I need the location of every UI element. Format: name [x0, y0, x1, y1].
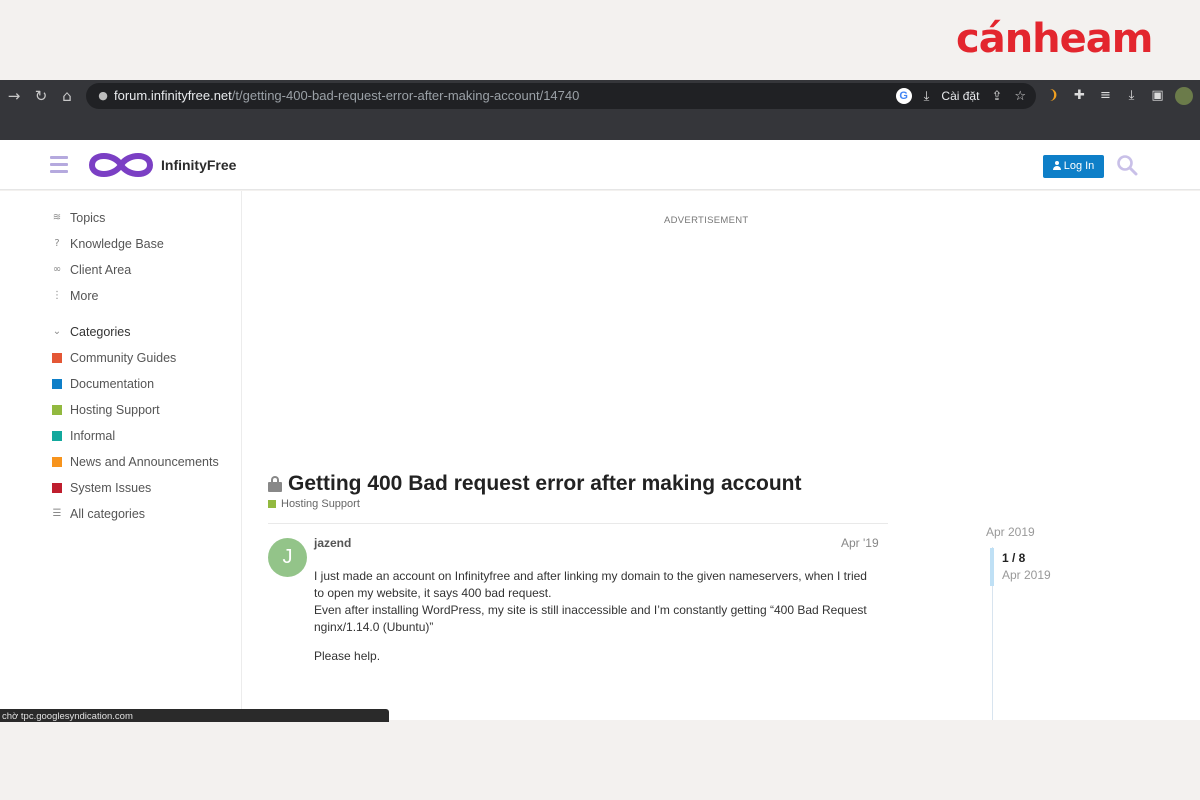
chevron-down-icon: ⌄: [52, 326, 62, 337]
sidebar-item-label: All categories: [70, 507, 146, 521]
link-icon: ∞: [52, 264, 62, 275]
sidebar-item-label: More: [70, 289, 99, 303]
timeline-start-date[interactable]: Apr 2019: [986, 525, 1035, 539]
category-swatch: [268, 500, 276, 508]
brand-name: cánheam: [956, 16, 1153, 62]
sidebar-item-label: Topics: [70, 211, 106, 225]
category-swatch: [52, 457, 62, 467]
extensions-icon[interactable]: ✚: [1071, 86, 1088, 106]
browser-toolbar: → ↻ ⌂ ● forum.infinityfree.net/t/getting…: [0, 80, 1200, 112]
sidebar: ≋ Topics ? Knowledge Base ∞ Client Area …: [0, 191, 242, 720]
sidebar-item-label: Hosting Support: [70, 403, 160, 417]
search-icon[interactable]: [1116, 154, 1138, 176]
sidebar-item-all-categories[interactable]: ☰ All categories: [52, 504, 146, 524]
infinity-logo-icon[interactable]: [86, 148, 156, 182]
question-icon: ?: [54, 238, 60, 249]
layers-icon: ≋: [52, 212, 62, 223]
sidebar-item-label: System Issues: [70, 481, 152, 495]
sidebar-item-label: Documentation: [70, 377, 155, 391]
sidebar-item-label: Informal: [70, 429, 116, 443]
page-content: ≋ Topics ? Knowledge Base ∞ Client Area …: [0, 191, 1200, 720]
browser-chrome: → ↻ ⌂ ● forum.infinityfree.net/t/getting…: [0, 80, 1200, 140]
lock-icon[interactable]: ●: [96, 88, 110, 104]
download-icon[interactable]: ⤓: [1123, 86, 1140, 106]
install-icon[interactable]: ⤓: [924, 89, 930, 104]
sidebar-item-system-issues[interactable]: System Issues: [52, 478, 151, 498]
avatar[interactable]: J: [268, 538, 307, 577]
hamburger-menu-icon[interactable]: [50, 156, 68, 173]
profile-icon[interactable]: [1175, 87, 1193, 105]
timeline-date: Apr 2019: [1002, 568, 1051, 582]
sidebar-item-label: Knowledge Base: [70, 237, 164, 251]
topic-title: Getting 400 Bad request error after maki…: [268, 472, 801, 496]
post-date[interactable]: Apr '19: [841, 536, 879, 550]
lock-icon: [268, 476, 282, 492]
sidebar-item-news-and-announcements[interactable]: News and Announcements: [52, 452, 219, 472]
browser-status-bar: chờ tpc.googlesyndication.com: [0, 709, 389, 722]
category-swatch: [52, 405, 62, 415]
sidebar-item-more[interactable]: ⋮ More: [52, 286, 98, 306]
divider: [268, 523, 888, 524]
post-paragraph: Please help.: [314, 649, 381, 663]
sidebar-item-client-area[interactable]: ∞ Client Area: [52, 260, 131, 280]
star-icon[interactable]: ☆: [1014, 89, 1026, 104]
address-bar-actions: G ⤓ Cài đặt ⇪ ☆: [895, 87, 1026, 105]
user-icon: [1052, 161, 1061, 170]
list-icon: ☰: [52, 508, 62, 519]
category-swatch: [52, 353, 62, 363]
sidebar-item-hosting-support[interactable]: Hosting Support: [52, 400, 160, 420]
address-bar[interactable]: ● forum.infinityfree.net/t/getting-400-b…: [86, 83, 1036, 109]
post-author[interactable]: jazend: [314, 536, 351, 550]
category-swatch: [52, 483, 62, 493]
sidebar-section-label: Categories: [70, 325, 131, 339]
sidebar-item-label: Community Guides: [70, 351, 177, 365]
topic-category-badge[interactable]: Hosting Support: [268, 498, 360, 510]
reload-icon[interactable]: ↻: [31, 86, 51, 106]
sidebar-item-label: Client Area: [70, 263, 132, 277]
extensions-row: ❩ ✚ ≡ ⤓ ▣: [1045, 86, 1193, 106]
reading-list-icon[interactable]: ≡: [1097, 86, 1114, 106]
login-button[interactable]: Log In: [1043, 155, 1104, 178]
sidebar-item-knowledge-base[interactable]: ? Knowledge Base: [52, 234, 164, 254]
timeline-handle[interactable]: [990, 548, 994, 586]
login-label: Log In: [1063, 160, 1095, 172]
advertisement-label: ADVERTISEMENT: [664, 215, 749, 226]
category-swatch: [52, 379, 62, 389]
ellipsis-vertical-icon: ⋮: [52, 290, 62, 301]
sidebar-icon[interactable]: ▣: [1149, 86, 1166, 106]
forum-header: InfinityFree: [0, 140, 1200, 190]
url-host: forum.infinityfree.net: [114, 88, 232, 103]
url-path: /t/getting-400-bad-request-error-after-m…: [231, 88, 580, 103]
url-text[interactable]: forum.infinityfree.net/t/getting-400-bad…: [114, 88, 579, 104]
sidebar-categories-toggle[interactable]: ⌄ Categories: [52, 322, 131, 342]
sidebar-item-documentation[interactable]: Documentation: [52, 374, 154, 394]
sidebar-item-community-guides[interactable]: Community Guides: [52, 348, 176, 368]
install-button[interactable]: Cài đặt: [941, 89, 979, 103]
brand-logo: cánheam: [956, 14, 1186, 64]
post-body: I just made an account on Infinityfree a…: [314, 568, 874, 677]
share-icon[interactable]: ⇪: [991, 89, 1002, 104]
topic-title-text[interactable]: Getting 400 Bad request error after maki…: [288, 472, 801, 496]
sidebar-item-informal[interactable]: Informal: [52, 426, 115, 446]
forward-arrow-icon[interactable]: →: [4, 86, 24, 106]
google-icon[interactable]: G: [895, 88, 912, 104]
topic-category-label: Hosting Support: [281, 498, 360, 510]
logo-text[interactable]: InfinityFree: [161, 156, 236, 174]
timeline-count: 1 / 8: [1002, 551, 1026, 565]
post-paragraph: I just made an account on Infinityfree a…: [314, 569, 867, 634]
category-swatch: [52, 431, 62, 441]
sidebar-item-topics[interactable]: ≋ Topics: [52, 208, 106, 228]
sidebar-item-label: News and Announcements: [70, 455, 219, 469]
home-icon[interactable]: ⌂: [57, 86, 77, 106]
extension-icon[interactable]: ❩: [1045, 86, 1062, 106]
